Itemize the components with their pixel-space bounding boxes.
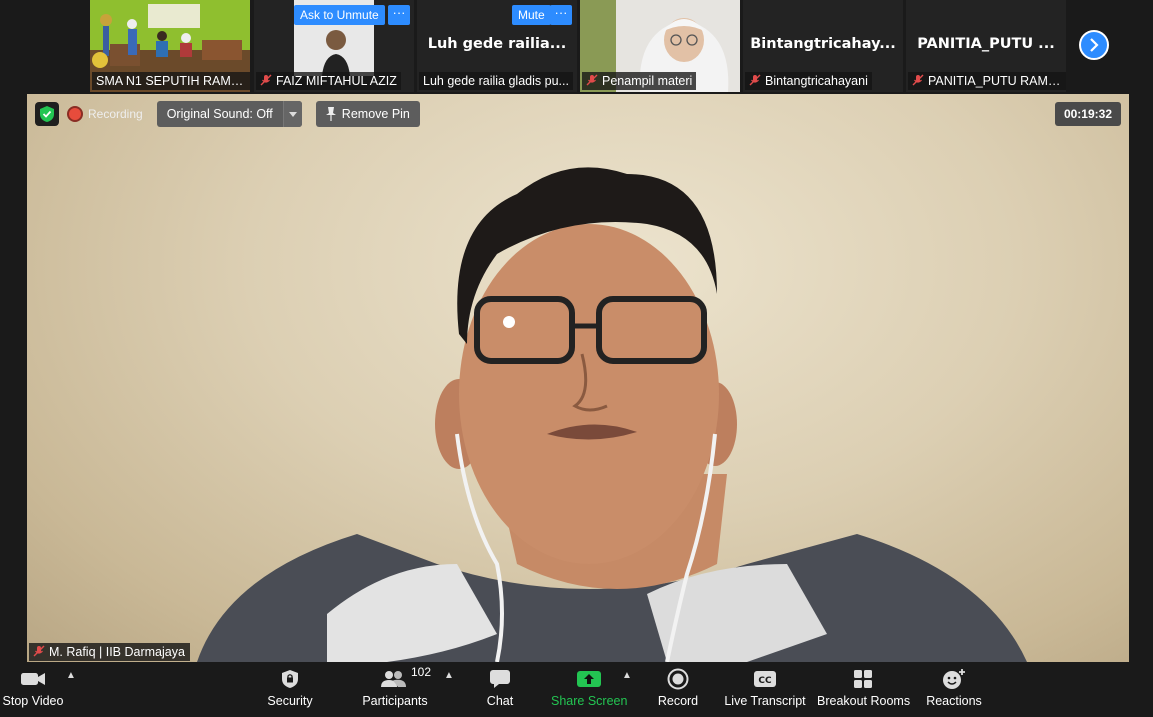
mic-muted-icon: [586, 74, 598, 86]
shield-icon: [281, 668, 299, 690]
video-camera-icon: [20, 668, 46, 690]
mic-muted-icon: [33, 645, 45, 657]
more-options-button[interactable]: ···: [388, 5, 410, 25]
active-speaker-video[interactable]: Recording Original Sound: Off Remove Pin…: [27, 94, 1129, 662]
participants-icon: [381, 668, 407, 690]
participants-options-caret[interactable]: ▲: [444, 670, 454, 681]
share-screen-label: Share Screen: [551, 694, 628, 708]
security-button[interactable]: Security: [259, 662, 321, 717]
mute-button[interactable]: Mute: [512, 5, 551, 25]
original-sound-button[interactable]: Original Sound: Off: [157, 101, 283, 127]
ask-to-unmute-button[interactable]: Ask to Unmute: [294, 5, 385, 25]
breakout-rooms-label: Breakout Rooms: [817, 694, 911, 708]
reactions-label: Reactions: [926, 694, 982, 708]
participant-display-name: Luh gede railia...: [427, 36, 567, 52]
smiley-plus-icon: [942, 668, 966, 690]
recording-indicator[interactable]: Recording: [65, 102, 151, 126]
participant-tile-bintang[interactable]: Bintangtricahay... Bintangtricahayani: [743, 0, 903, 92]
chat-bubble-icon: [489, 668, 511, 690]
participants-button[interactable]: 102 Participants: [360, 662, 432, 717]
video-options-caret[interactable]: ▲: [66, 670, 76, 681]
participant-name: Bintangtricahayani: [745, 72, 872, 90]
participants-count: 102: [411, 665, 432, 679]
mic-muted-icon: [749, 74, 761, 86]
participant-name: SMA N1 SEPUTIH RAMAN: [92, 72, 250, 90]
meeting-timer: 00:19:32: [1054, 102, 1121, 126]
share-screen-icon: [576, 668, 602, 690]
participant-name-text: Penampil materi: [602, 74, 693, 88]
chevron-right-icon: [1090, 38, 1099, 52]
svg-text:CC: CC: [758, 676, 772, 686]
share-screen-button[interactable]: Share Screen: [551, 662, 627, 717]
speaker-name-label: M. Rafiq | IIB Darmajaya: [29, 643, 190, 661]
meeting-toolbar: Stop Video ▲ Security 102 Participants ▲…: [0, 662, 1153, 717]
meeting-status-bar: Recording Original Sound: Off Remove Pin: [35, 101, 420, 127]
participant-tile-sma[interactable]: SMA N1 SEPUTIH RAMAN: [90, 0, 250, 92]
recording-label: Recording: [88, 107, 143, 121]
record-button[interactable]: Record: [655, 662, 701, 717]
chat-label: Chat: [486, 694, 514, 708]
record-dot-icon: [69, 108, 81, 120]
remove-pin-label: Remove Pin: [341, 107, 410, 121]
participant-tile-panitia[interactable]: PANITIA_PUTU ... PANITIA_PUTU RAMA...: [906, 0, 1066, 92]
security-label: Security: [267, 694, 313, 708]
participant-tile-penampil[interactable]: Penampil materi: [580, 0, 740, 92]
speaker-name-text: M. Rafiq | IIB Darmajaya: [49, 645, 185, 659]
participant-name: Luh gede railia gladis pu...: [419, 72, 573, 90]
share-options-caret[interactable]: ▲: [622, 670, 632, 681]
original-sound-dropdown[interactable]: [282, 101, 302, 127]
speaker-figure: [197, 167, 1027, 662]
chat-button[interactable]: Chat: [480, 662, 520, 717]
record-label: Record: [657, 694, 699, 708]
participant-name-text: PANITIA_PUTU RAMA...: [928, 74, 1066, 88]
participant-display-name: Bintangtricahay...: [750, 36, 896, 52]
reactions-button[interactable]: Reactions: [925, 662, 983, 717]
record-icon: [667, 668, 689, 690]
shield-check-icon: [40, 106, 54, 122]
closed-caption-icon: CC: [753, 668, 777, 690]
participants-label: Participants: [362, 694, 428, 708]
mic-muted-icon: [912, 74, 924, 86]
remove-pin-button[interactable]: Remove Pin: [315, 101, 420, 127]
participant-name: FAIZ MIFTAHUL AZIZ: [256, 72, 401, 90]
participant-name-text: Bintangtricahayani: [765, 74, 868, 88]
live-transcript-label: Live Transcript: [724, 694, 806, 708]
original-sound-control: Original Sound: Off: [156, 101, 302, 127]
mic-muted-icon: [260, 74, 272, 86]
participant-name: Penampil materi: [582, 72, 697, 90]
stop-video-button[interactable]: Stop Video: [0, 662, 66, 717]
participant-tile-faiz[interactable]: Ask to Unmute ··· FAIZ MIFTAHUL AZIZ: [254, 0, 414, 92]
next-page-button[interactable]: [1079, 30, 1109, 60]
more-options-button[interactable]: ···: [550, 5, 572, 25]
participant-name: PANITIA_PUTU RAMA...: [908, 72, 1066, 90]
participant-display-name: PANITIA_PUTU ...: [917, 36, 1055, 52]
breakout-grid-icon: [853, 668, 873, 690]
participant-strip: SMA N1 SEPUTIH RAMAN Ask to Unmute ··· F…: [0, 0, 1153, 94]
stop-video-label: Stop Video: [2, 694, 64, 708]
encryption-shield[interactable]: [35, 102, 59, 126]
pin-icon: [325, 107, 336, 121]
participant-tile-luh[interactable]: Mute ··· Luh gede railia... Luh gede rai…: [417, 0, 577, 92]
participant-name-text: FAIZ MIFTAHUL AZIZ: [276, 74, 397, 88]
breakout-rooms-button[interactable]: Breakout Rooms: [817, 662, 911, 717]
chevron-down-icon: [288, 111, 297, 117]
live-transcript-button[interactable]: CC Live Transcript: [724, 662, 806, 717]
